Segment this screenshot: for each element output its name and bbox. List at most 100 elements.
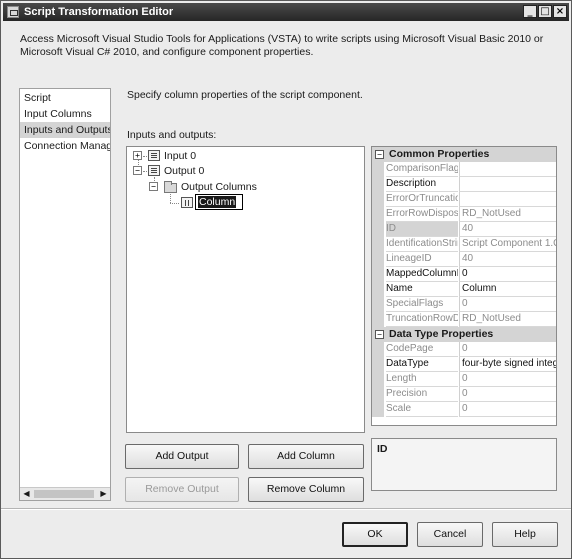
tree-connector	[170, 203, 179, 204]
row-gutter	[372, 372, 384, 387]
nav-item-script[interactable]: Script	[20, 90, 110, 106]
output-icon	[148, 165, 160, 176]
tree-node-output[interactable]: − Output 0	[133, 164, 213, 178]
property-name: DataType	[386, 357, 458, 372]
property-row-id[interactable]: ID 40	[372, 222, 556, 237]
property-value[interactable]: 40	[459, 252, 556, 267]
nav-item-input-columns[interactable]: Input Columns	[20, 106, 110, 122]
property-row-truncation-row-disposition[interactable]: TruncationRowDisposition RD_NotUsed	[372, 312, 556, 327]
property-value[interactable]: RD_NotUsed	[459, 312, 556, 327]
property-value[interactable]: 40	[459, 222, 556, 237]
category-common-properties[interactable]: − Common Properties	[372, 147, 556, 162]
property-row-name[interactable]: Name Column	[372, 282, 556, 297]
collapse-icon[interactable]: −	[375, 150, 384, 159]
maximize-button[interactable]: □	[538, 5, 552, 18]
folder-icon	[164, 181, 177, 193]
property-value[interactable]: 0	[459, 297, 556, 312]
property-name: IdentificationString	[386, 237, 458, 252]
row-gutter	[372, 387, 384, 402]
window-icon	[7, 6, 19, 18]
property-value[interactable]	[459, 177, 556, 192]
dialog-window: Script Transformation Editor _ □ × Acces…	[0, 0, 572, 559]
property-row-scale[interactable]: Scale 0	[372, 402, 556, 417]
property-value[interactable]: 0	[459, 402, 556, 417]
property-value[interactable]: RD_NotUsed	[459, 207, 556, 222]
row-gutter	[372, 357, 384, 372]
inputs-outputs-label: Inputs and outputs:	[127, 129, 217, 141]
property-name: SpecialFlags	[386, 297, 458, 312]
scroll-thumb[interactable]	[34, 490, 94, 498]
property-row-identification-string[interactable]: IdentificationString Script Component 1.…	[372, 237, 556, 252]
property-row-lineage-id[interactable]: LineageID 40	[372, 252, 556, 267]
property-name: Scale	[386, 402, 458, 417]
property-name: Precision	[386, 387, 458, 402]
collapse-icon[interactable]: −	[133, 166, 142, 175]
add-column-button[interactable]: Add Column	[248, 444, 364, 469]
property-name: Length	[386, 372, 458, 387]
property-grid[interactable]: − Common Properties ComparisonFlags Desc…	[371, 146, 557, 426]
property-row-special-flags[interactable]: SpecialFlags 0	[372, 297, 556, 312]
category-label: Common Properties	[389, 148, 490, 160]
property-row-mapped-column-id[interactable]: MappedColumnID 0	[372, 267, 556, 282]
property-value[interactable]: Script Component 1.Outputs[Output 0].Col…	[459, 237, 556, 252]
row-gutter	[372, 402, 384, 417]
property-name: MappedColumnID	[386, 267, 458, 282]
property-value[interactable]: 0	[459, 372, 556, 387]
minimize-button[interactable]: _	[523, 5, 537, 18]
property-value[interactable]	[459, 192, 556, 207]
row-gutter	[372, 312, 384, 327]
property-value[interactable]: four-byte signed integer [DT_I4]	[459, 357, 556, 372]
row-gutter	[372, 267, 384, 282]
row-gutter	[372, 282, 384, 297]
add-output-button[interactable]: Add Output	[125, 444, 239, 469]
property-value[interactable]	[459, 162, 556, 177]
row-gutter	[372, 222, 384, 237]
property-name: Name	[386, 282, 458, 297]
remove-output-button[interactable]: Remove Output	[125, 477, 239, 502]
property-value[interactable]: 0	[459, 342, 556, 357]
row-gutter	[372, 237, 384, 252]
collapse-icon[interactable]: −	[375, 330, 384, 339]
row-gutter	[372, 342, 384, 357]
property-row-description[interactable]: Description	[372, 177, 556, 192]
property-name: CodePage	[386, 342, 458, 357]
property-value[interactable]: Column	[459, 282, 556, 297]
nav-item-connection-managers[interactable]: Connection Managers	[20, 138, 110, 154]
nav-horizontal-scrollbar[interactable]: ◀ ▶	[20, 487, 110, 500]
inputs-outputs-tree[interactable]: + Input 0 − Output 0 − Output Columns	[126, 146, 365, 433]
remove-column-button[interactable]: Remove Column	[248, 477, 364, 502]
property-row-data-type[interactable]: DataType four-byte signed integer [DT_I4…	[372, 357, 556, 372]
expand-icon[interactable]: +	[133, 151, 142, 160]
scroll-right-icon[interactable]: ▶	[97, 488, 110, 500]
tree-node-input[interactable]: + Input 0	[133, 149, 213, 163]
close-button[interactable]: ×	[553, 5, 567, 18]
title-bar[interactable]: Script Transformation Editor _ □ ×	[3, 3, 569, 21]
property-value[interactable]: 0	[459, 387, 556, 402]
tree-node-output-columns[interactable]: − Output Columns	[149, 180, 259, 194]
cancel-button[interactable]: Cancel	[417, 522, 483, 547]
property-row-precision[interactable]: Precision 0	[372, 387, 556, 402]
input-icon	[148, 150, 160, 161]
category-data-type-properties[interactable]: − Data Type Properties	[372, 327, 556, 342]
column-name-editor[interactable]: Column	[195, 194, 243, 210]
property-name: ID	[386, 222, 458, 237]
property-description-title: ID	[377, 443, 388, 455]
ok-button[interactable]: OK	[342, 522, 408, 547]
nav-item-inputs-and-outputs[interactable]: Inputs and Outputs	[20, 122, 110, 138]
property-name: ErrorRowDisposition	[386, 207, 458, 222]
row-gutter	[372, 177, 384, 192]
help-button[interactable]: Help	[492, 522, 558, 547]
dialog-description: Access Microsoft Visual Studio Tools for…	[20, 33, 544, 58]
column-name-selected-text[interactable]: Column	[198, 196, 237, 208]
collapse-icon[interactable]: −	[149, 182, 158, 191]
scroll-left-icon[interactable]: ◀	[20, 488, 33, 500]
tree-node-label: Output 0	[164, 165, 205, 177]
property-row-error-or-truncation[interactable]: ErrorOrTruncationOperation	[372, 192, 556, 207]
property-row-length[interactable]: Length 0	[372, 372, 556, 387]
property-row-error-row-disposition[interactable]: ErrorRowDisposition RD_NotUsed	[372, 207, 556, 222]
category-label: Data Type Properties	[389, 328, 494, 340]
property-value[interactable]: 0	[459, 267, 556, 282]
property-row-comparison-flags[interactable]: ComparisonFlags	[372, 162, 556, 177]
property-row-code-page[interactable]: CodePage 0	[372, 342, 556, 357]
property-name: ComparisonFlags	[386, 162, 458, 177]
